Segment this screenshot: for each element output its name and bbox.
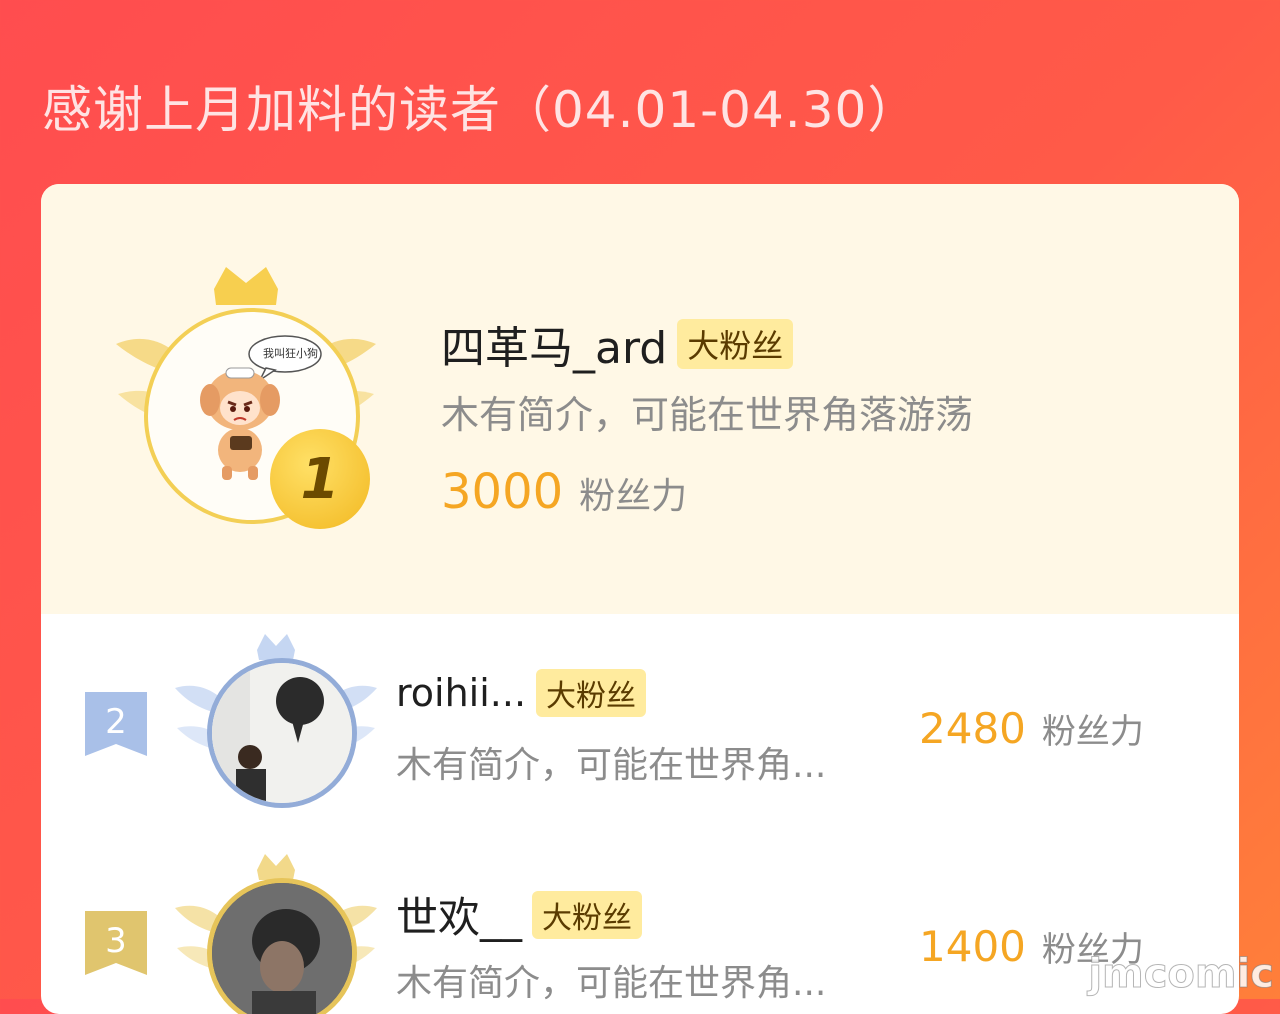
reader-bio: 木有简介，可能在世界角... (396, 745, 827, 786)
ranking-card: 我叫狂小狗 1 四革马_ard 大粉丝 木有简介，可能在世界角落游荡 3000 … (41, 184, 1239, 1014)
reader-name-row: 四革马_ard 大粉丝 (441, 312, 794, 376)
top-reader-section: 我叫狂小狗 1 四革马_ard 大粉丝 木有简介，可能在世界角落游荡 3000 … (41, 184, 1239, 614)
fan-badge: 大粉丝 (677, 319, 794, 369)
reader-row[interactable]: 2 roihii... 大粉丝 木有简介，可能在世界角... 2480 粉丝力 (41, 614, 1239, 824)
fan-score-value: 1400 (919, 922, 1026, 971)
fan-score-label: 粉丝力 (579, 476, 688, 517)
reader-row[interactable]: 3 世欢__ 大粉丝 木有简介，可能在世界角... 1400 粉丝力 (41, 834, 1239, 1014)
rank-number: 3 (105, 921, 127, 961)
fan-score-value: 2480 (919, 704, 1026, 753)
fan-badge: 大粉丝 (532, 890, 643, 939)
reader-name-row: roihii... 大粉丝 (396, 669, 647, 717)
photo-avatar-icon (212, 663, 352, 803)
avatar-speech-text: 我叫狂小狗 (263, 347, 318, 360)
fan-score-value: 3000 (441, 464, 564, 520)
fan-score: 2480 粉丝力 (919, 704, 1144, 753)
reader-bio: 木有简介，可能在世界角落游荡 (441, 393, 974, 437)
fan-badge: 大粉丝 (536, 669, 647, 717)
fan-score-label: 粉丝力 (1041, 712, 1144, 752)
avatar[interactable] (207, 658, 357, 808)
reader-name-row: 世欢__ 大粉丝 (396, 884, 643, 945)
reader-name[interactable]: roihii... (396, 671, 526, 715)
rank-number: 1 (300, 446, 340, 512)
fan-score: 3000 粉丝力 (441, 464, 687, 520)
reader-name[interactable]: 四革马_ard (441, 312, 667, 376)
photo-avatar-icon (212, 883, 352, 1014)
page-title: 感谢上月加料的读者（04.01-04.30） (42, 81, 919, 139)
watermark: jmcomic (1088, 951, 1275, 998)
reader-bio: 木有简介，可能在世界角... (396, 963, 827, 1004)
reader-name[interactable]: 世欢__ (396, 884, 522, 945)
rank-number: 2 (105, 702, 127, 742)
rank-medal: 1 (270, 429, 370, 529)
